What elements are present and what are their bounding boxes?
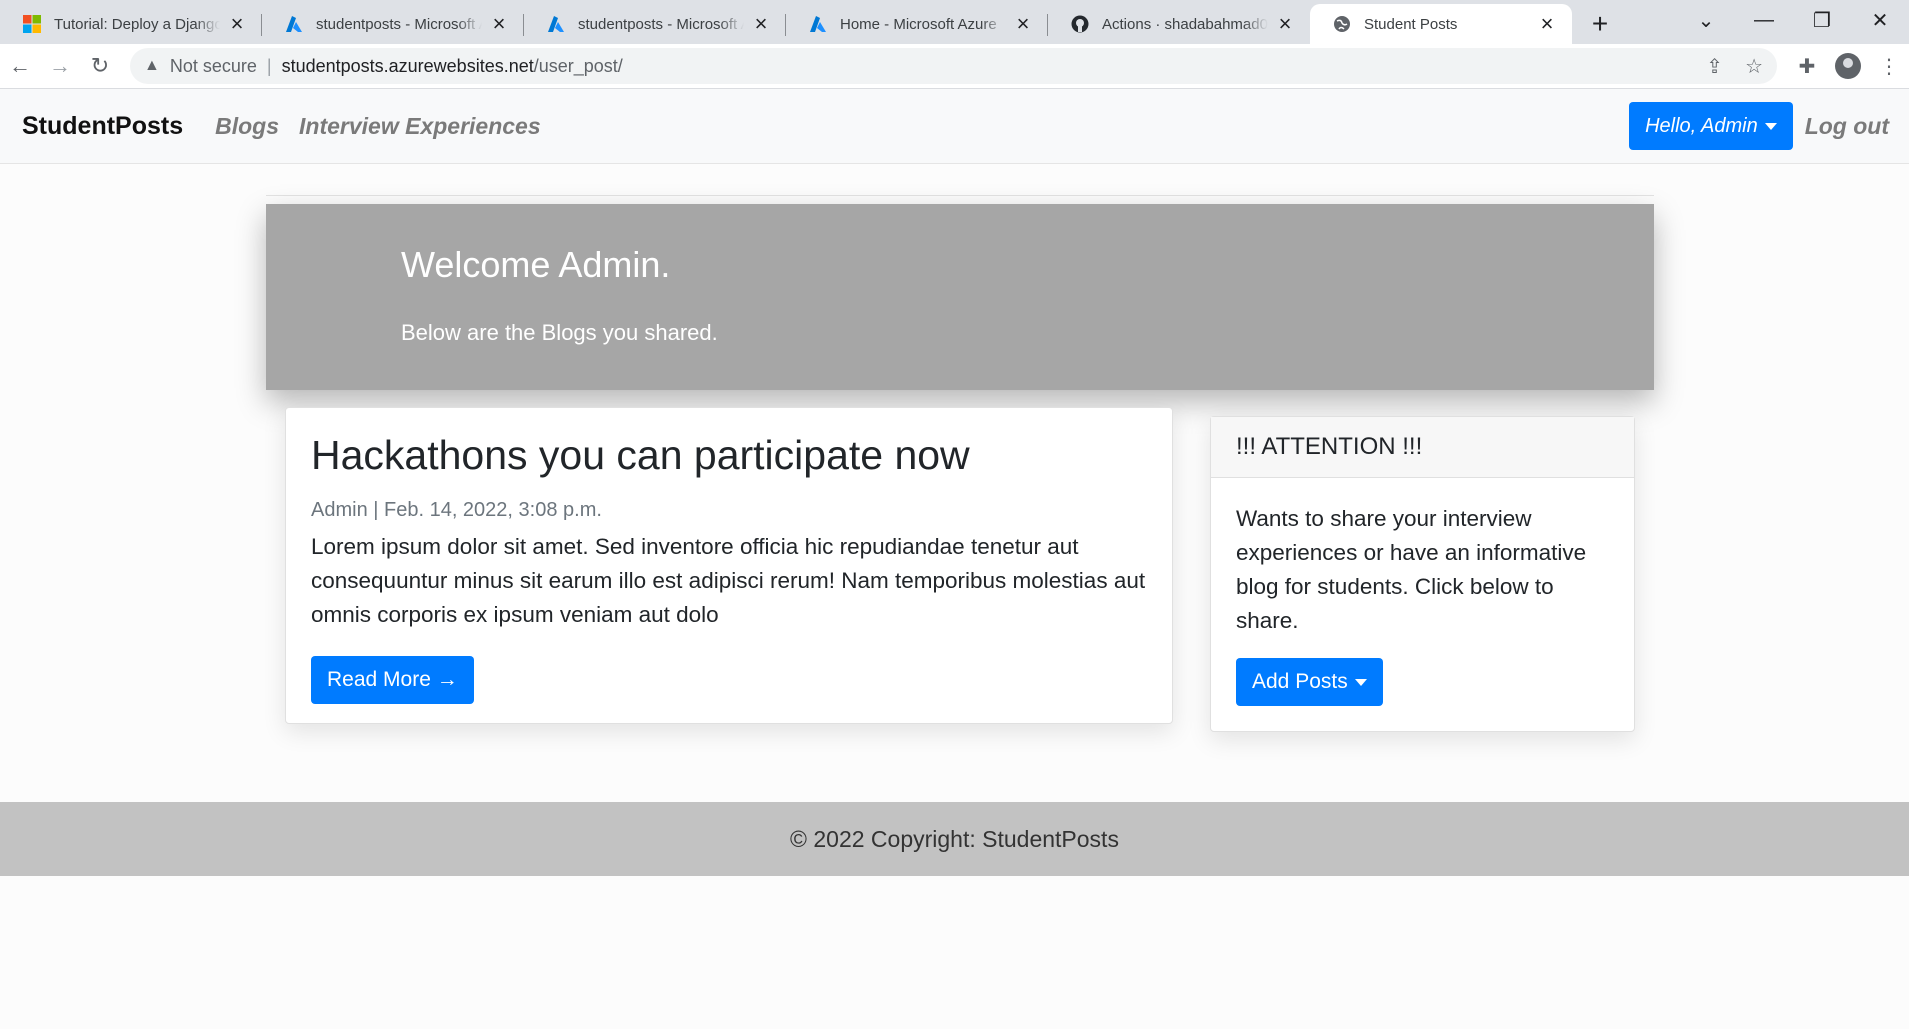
- profile-avatar-icon[interactable]: [1835, 53, 1861, 79]
- bookmark-star-icon[interactable]: ☆: [1745, 54, 1763, 79]
- brand-logo[interactable]: StudentPosts: [22, 112, 183, 141]
- warning-icon[interactable]: ▲: [144, 57, 160, 75]
- browser-toolbar: ← → ↻ ▲ Not secure | studentposts.azurew…: [0, 44, 1909, 89]
- divider: [266, 195, 1654, 196]
- close-tab-icon[interactable]: ×: [750, 13, 772, 35]
- browser-tab-bar: Tutorial: Deploy a Django a × studentpos…: [0, 0, 1909, 44]
- restore-icon[interactable]: ❐: [1793, 8, 1851, 33]
- tab-title: studentposts - Microsoft Az: [316, 15, 482, 33]
- copyright-text: © 2022 Copyright: StudentPosts: [790, 825, 1119, 852]
- welcome-title: Welcome Admin.: [401, 244, 671, 285]
- user-dropdown-label: Hello, Admin: [1645, 114, 1758, 137]
- tab-search-icon[interactable]: ⌄: [1677, 8, 1735, 33]
- close-tab-icon[interactable]: ×: [226, 13, 248, 35]
- tab-title: Home - Microsoft Azure: [840, 15, 997, 33]
- extensions-icon[interactable]: ✚: [1787, 54, 1827, 79]
- caret-down-icon: [1354, 678, 1367, 686]
- browser-tab[interactable]: Tutorial: Deploy a Django a ×: [0, 4, 262, 44]
- reload-icon[interactable]: ↻: [80, 46, 120, 86]
- address-bar[interactable]: ▲ Not secure | studentposts.azurewebsite…: [130, 48, 1777, 84]
- browser-tab[interactable]: studentposts - Microsoft Az ×: [524, 4, 786, 44]
- tab-title: studentposts - Microsoft Az: [578, 15, 744, 33]
- new-tab-button[interactable]: +: [1580, 4, 1620, 44]
- add-posts-label: Add Posts: [1252, 670, 1348, 693]
- forward-icon[interactable]: →: [40, 46, 80, 86]
- main-content: Welcome Admin. Below are the Blogs you s…: [0, 164, 1909, 802]
- attention-card: !!! ATTENTION !!! Wants to share your in…: [1210, 416, 1635, 732]
- close-tab-icon[interactable]: ×: [1536, 13, 1558, 35]
- address-divider: |: [266, 55, 272, 76]
- close-tab-icon[interactable]: ×: [1012, 13, 1034, 35]
- globe-icon: [1332, 14, 1352, 34]
- attention-text: Wants to share your interview experience…: [1236, 506, 1587, 633]
- post-card: Hackathons you can participate now Admin…: [285, 407, 1173, 724]
- azure-icon: [808, 14, 828, 34]
- post-excerpt: Lorem ipsum dolor sit amet. Sed inventor…: [311, 534, 1146, 627]
- azure-icon: [546, 14, 566, 34]
- url-path: /user_post/: [533, 55, 623, 76]
- browser-tab[interactable]: studentposts - Microsoft Az ×: [262, 4, 524, 44]
- page-blank-area: [0, 876, 1909, 1029]
- welcome-jumbotron: Welcome Admin. Below are the Blogs you s…: [266, 204, 1654, 390]
- browser-tab[interactable]: Actions · shadabahmad01/S ×: [1048, 4, 1310, 44]
- microsoft-icon: [22, 14, 42, 34]
- menu-kebab-icon[interactable]: ⋮: [1869, 54, 1909, 79]
- welcome-subtitle: Below are the Blogs you shared.: [401, 320, 718, 345]
- site-footer: © 2022 Copyright: StudentPosts: [0, 802, 1909, 876]
- url-host: studentposts.azurewebsites.net: [281, 55, 534, 76]
- nav-link-interview-experiences[interactable]: Interview Experiences: [299, 113, 541, 140]
- attention-card-body: Wants to share your interview experience…: [1211, 478, 1634, 730]
- toolbar-actions: ✚ ⋮: [1787, 53, 1909, 79]
- post-meta: Admin | Feb. 14, 2022, 3:08 p.m.: [311, 499, 602, 521]
- caret-down-icon: [1764, 122, 1777, 130]
- close-window-icon[interactable]: ✕: [1851, 8, 1909, 33]
- tab-title: Student Posts: [1364, 15, 1458, 33]
- back-icon[interactable]: ←: [0, 46, 40, 86]
- share-icon[interactable]: ⇪: [1706, 54, 1723, 79]
- read-more-button[interactable]: Read More →: [311, 656, 474, 704]
- logout-link[interactable]: Log out: [1805, 113, 1889, 140]
- tab-title: Actions · shadabahmad01/S: [1102, 15, 1268, 33]
- security-label[interactable]: Not secure: [170, 56, 257, 77]
- tab-title: Tutorial: Deploy a Django a: [54, 15, 220, 33]
- browser-tab-active[interactable]: Student Posts ×: [1310, 4, 1572, 44]
- browser-tab[interactable]: Home - Microsoft Azure ×: [786, 4, 1048, 44]
- site-navbar: StudentPosts Blogs Interview Experiences…: [0, 89, 1909, 164]
- github-icon: [1070, 14, 1090, 34]
- user-dropdown-button[interactable]: Hello, Admin: [1629, 102, 1793, 150]
- close-tab-icon[interactable]: ×: [488, 13, 510, 35]
- close-tab-icon[interactable]: ×: [1274, 13, 1296, 35]
- add-posts-button[interactable]: Add Posts: [1236, 658, 1383, 706]
- nav-link-blogs[interactable]: Blogs: [215, 113, 279, 140]
- window-controls: ⌄ — ❐ ✕: [1677, 0, 1909, 40]
- post-title: Hackathons you can participate now: [311, 432, 970, 478]
- attention-card-header: !!! ATTENTION !!!: [1211, 417, 1634, 478]
- minimize-icon[interactable]: —: [1735, 9, 1793, 32]
- azure-icon: [284, 14, 304, 34]
